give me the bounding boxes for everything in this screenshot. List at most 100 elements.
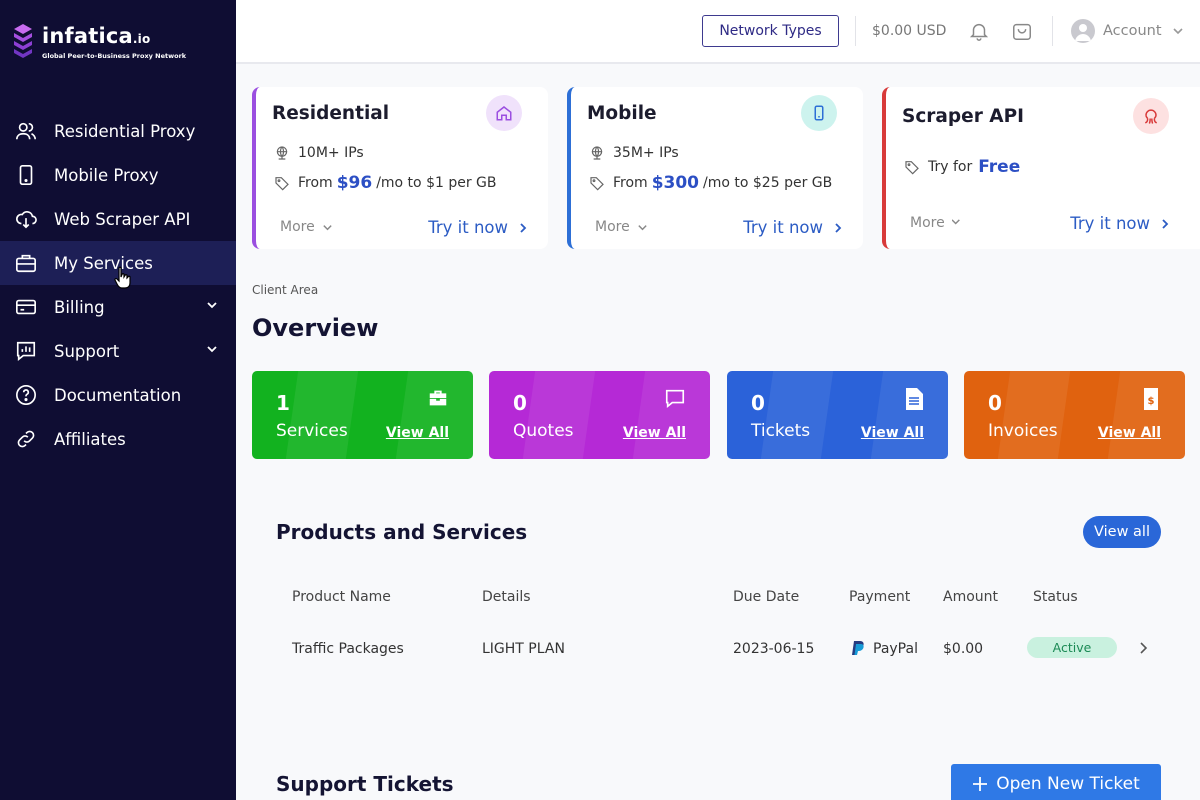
more-dropdown[interactable]: More: [595, 219, 648, 235]
column-header-payment[interactable]: Payment: [849, 589, 910, 605]
sidebar-item-label: Support: [54, 341, 120, 361]
octopus-icon: [1133, 98, 1169, 134]
view-all-quotes-link[interactable]: View All: [623, 425, 686, 441]
stat-count: 0: [751, 391, 765, 415]
sidebar-item-web-scraper-api[interactable]: Web Scraper API: [0, 197, 236, 241]
price-rest: /mo to $1 per GB: [376, 175, 497, 191]
link-icon: [14, 427, 38, 451]
status-badge: Active: [1027, 637, 1117, 658]
invoice-icon: $: [1144, 388, 1158, 410]
hand-cursor-icon: [114, 266, 132, 294]
toolbox-icon: [429, 390, 447, 406]
sidebar-item-residential-proxy[interactable]: Residential Proxy: [0, 109, 236, 153]
try-it-now-link[interactable]: Try it now: [428, 218, 528, 237]
stat-tile-tickets: 0 Tickets View All: [727, 371, 948, 459]
chevron-right-icon: [520, 222, 527, 233]
column-header-details[interactable]: Details: [482, 589, 531, 605]
chevron-right-icon[interactable]: [1138, 641, 1148, 655]
column-header-status[interactable]: Status: [1033, 589, 1078, 605]
more-dropdown[interactable]: More: [910, 215, 963, 231]
try-for-label: Try for: [928, 159, 973, 175]
cell-due-date: 2023-06-15: [733, 641, 815, 657]
price-rest: /mo to $25 per GB: [703, 175, 833, 191]
price-from: From: [298, 175, 333, 191]
chevron-down-icon: [638, 224, 647, 230]
mobile-icon: [14, 163, 38, 187]
product-title: Residential: [272, 103, 390, 124]
products-services-title: Products and Services: [276, 520, 528, 544]
sidebar-item-label: Mobile Proxy: [54, 165, 159, 185]
try-label: Try it now: [743, 218, 823, 237]
stat-tile-quotes: 0 Quotes View All: [489, 371, 710, 459]
column-header-amount[interactable]: Amount: [943, 589, 998, 605]
sidebar-item-label: Documentation: [54, 385, 182, 405]
stat-tile-services: 1 Services View All: [252, 371, 473, 459]
logo-icon: [12, 22, 34, 62]
product-card-residential: Residential 10M+ IPs From $96 /mo to $1 …: [252, 87, 548, 249]
bell-icon[interactable]: [968, 19, 990, 43]
chevron-down-icon: [207, 346, 217, 353]
top-bar: Network Types $0.00 USD Account: [236, 0, 1200, 64]
cell-amount: $0.00: [943, 641, 984, 657]
try-it-now-link[interactable]: Try it now: [1070, 214, 1170, 233]
sidebar-item-label: Residential Proxy: [54, 121, 196, 141]
logo[interactable]: infatica.io Global Peer-to-Business Prox…: [12, 22, 186, 62]
cell-payment: PayPal: [873, 641, 918, 657]
divider: [1052, 16, 1053, 46]
sidebar: infatica.io Global Peer-to-Business Prox…: [0, 0, 236, 800]
support-tickets-title: Support Tickets: [276, 772, 454, 796]
briefcase-icon: [14, 251, 38, 275]
network-types-button[interactable]: Network Types: [702, 15, 839, 47]
tag-icon: [275, 177, 289, 191]
sidebar-item-label: Affiliates: [54, 429, 126, 449]
view-all-invoices-link[interactable]: View All: [1098, 425, 1161, 441]
tag-icon: [905, 161, 919, 175]
view-all-tickets-link[interactable]: View All: [861, 425, 924, 441]
question-circle-icon: [14, 383, 38, 407]
sidebar-item-documentation[interactable]: Documentation: [0, 373, 236, 417]
home-icon: [486, 95, 522, 131]
stat-count: 0: [513, 391, 527, 415]
product-title: Scraper API: [902, 106, 1025, 127]
cart-icon[interactable]: [1011, 19, 1033, 43]
more-label: More: [910, 215, 945, 231]
stat-label: Invoices: [988, 421, 1058, 441]
sidebar-item-label: Billing: [54, 297, 105, 317]
ip-count: 10M+ IPs: [298, 145, 364, 161]
more-label: More: [280, 219, 315, 235]
price-value: $300: [651, 173, 700, 193]
cell-details: LIGHT PLAN: [482, 641, 565, 657]
chevron-right-icon: [835, 222, 842, 233]
view-all-services-link[interactable]: View All: [386, 425, 449, 441]
column-header-product[interactable]: Product Name: [292, 589, 391, 605]
brand-suffix: .io: [132, 31, 151, 46]
svg-text:$: $: [1148, 396, 1155, 407]
paypal-icon: [852, 641, 864, 655]
account-menu[interactable]: Account: [1071, 19, 1184, 43]
breadcrumb[interactable]: Client Area: [252, 283, 318, 297]
avatar: [1071, 19, 1095, 43]
stat-count: 1: [276, 391, 290, 415]
plus-icon: [973, 777, 988, 791]
try-label: Try it now: [1070, 214, 1150, 233]
open-new-ticket-button[interactable]: Open New Ticket: [951, 764, 1161, 800]
chevron-down-icon: [323, 224, 332, 230]
divider: [855, 16, 856, 46]
stat-label: Quotes: [513, 421, 574, 441]
column-header-due-date[interactable]: Due Date: [733, 589, 799, 605]
view-all-button[interactable]: View all: [1083, 516, 1161, 548]
chevron-down-icon: [207, 302, 217, 309]
sidebar-item-label: My Services: [54, 253, 153, 273]
sidebar-item-mobile-proxy[interactable]: Mobile Proxy: [0, 153, 236, 197]
try-it-now-link[interactable]: Try it now: [743, 218, 843, 237]
stat-tile-invoices: 0 Invoices $ View All: [964, 371, 1185, 459]
globe-icon: [591, 146, 603, 160]
cell-product: Traffic Packages: [292, 641, 404, 657]
sidebar-item-affiliates[interactable]: Affiliates: [0, 417, 236, 461]
sidebar-item-support[interactable]: Support: [0, 329, 236, 373]
chat-icon: [665, 389, 685, 408]
more-label: More: [595, 219, 630, 235]
stat-label: Tickets: [751, 421, 811, 441]
more-dropdown[interactable]: More: [280, 219, 333, 235]
page-title: Overview: [252, 314, 379, 342]
